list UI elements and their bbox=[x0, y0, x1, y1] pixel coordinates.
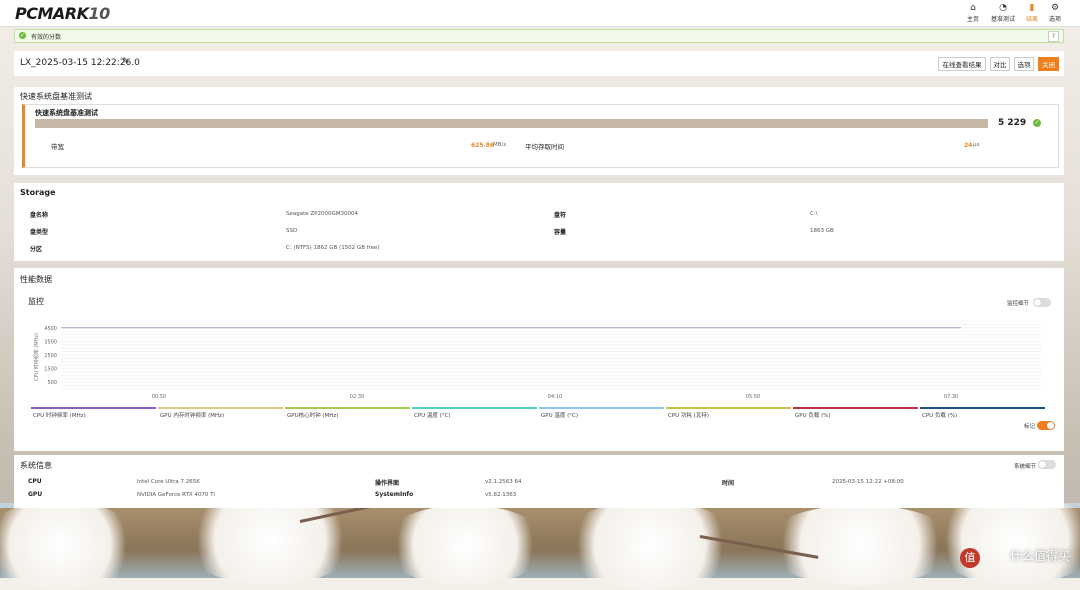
os-label: 操作界面 bbox=[375, 480, 400, 487]
score-bar bbox=[35, 119, 988, 128]
nav-home[interactable]: ⌂ 主页 bbox=[956, 3, 990, 23]
access-time-value: 24 bbox=[964, 142, 973, 149]
legend-label: GPU 温度 (°C) bbox=[541, 413, 578, 419]
system-info-panel: 系统信息 系统细节 CPU Intel Core Ultra 7 265K 操作… bbox=[14, 455, 1064, 508]
y-tick-label: 4500 bbox=[44, 326, 57, 332]
system-detail-toggle[interactable] bbox=[1038, 460, 1056, 469]
os-value: v2.1.2563 64 bbox=[485, 479, 522, 485]
time-label: 时间 bbox=[722, 480, 735, 487]
system-info-title: 系统信息 bbox=[20, 461, 52, 470]
legend-swatch bbox=[412, 407, 537, 409]
gpu-value: NVIDIA GeForce RTX 4070 Ti bbox=[137, 492, 215, 498]
score-check-icon: ✓ bbox=[1033, 119, 1041, 127]
marks-toggle[interactable] bbox=[1037, 421, 1055, 430]
access-time-unit: µs bbox=[973, 142, 980, 148]
y-tick-label: 1500 bbox=[44, 367, 57, 373]
options-button[interactable]: 选项 bbox=[1014, 57, 1034, 71]
storage-title: Storage bbox=[20, 188, 56, 197]
nav-options[interactable]: ⚙ 选项 bbox=[1038, 3, 1072, 23]
gauge-icon: ◔ bbox=[999, 3, 1007, 13]
capacity-label: 容量 bbox=[554, 229, 567, 236]
cpu-value: Intel Core Ultra 7 265K bbox=[137, 479, 200, 485]
y-tick-label: 3500 bbox=[44, 339, 57, 345]
result-title-bar: LX_2025-03-15 12:22:26.0 ✎ 在线查看结果 对比 选项 … bbox=[14, 51, 1064, 76]
notice-text: 有效的分数 bbox=[31, 34, 62, 41]
x-tick-label: 02:30 bbox=[350, 394, 364, 399]
x-tick-label: 05:50 bbox=[746, 394, 760, 399]
drive-label: 盘符 bbox=[554, 212, 567, 219]
legend-label: CPU 负载 (%) bbox=[922, 413, 958, 419]
disk-name-value: Seagate ZP2000GM30004 bbox=[286, 211, 358, 217]
access-time-label: 平均存取时间 bbox=[525, 143, 564, 151]
bandwidth-value: 625.86 bbox=[471, 142, 495, 149]
pcmark-logo: PCMARK10 bbox=[15, 4, 110, 23]
bandwidth-label: 带宽 bbox=[51, 143, 64, 151]
view-online-button[interactable]: 在线查看结果 bbox=[938, 57, 986, 71]
systeminfo-label: SystemInfo bbox=[375, 491, 414, 498]
score-value: 5 229 bbox=[998, 118, 1027, 128]
legend-label: GPU 负载 (%) bbox=[795, 413, 831, 419]
legend-swatch bbox=[31, 407, 156, 409]
bar-chart-icon: ▮ bbox=[1029, 3, 1035, 13]
x-tick-label: 07:30 bbox=[944, 394, 958, 399]
partition-label: 分区 bbox=[30, 246, 43, 253]
time-value: 2025-03-15 12:22 +08:00 bbox=[832, 479, 904, 485]
y-tick-label: 2500 bbox=[44, 353, 57, 359]
y-axis-label: CPU 时钟频率 (MHz) bbox=[33, 333, 40, 381]
gear-icon: ⚙ bbox=[1050, 3, 1060, 13]
systeminfo-value: v5.82.1363 bbox=[485, 492, 517, 498]
legend-swatch bbox=[285, 407, 410, 409]
legend-swatch bbox=[666, 407, 791, 409]
legend-swatch bbox=[158, 407, 283, 409]
performance-panel: 性能数据 监控 监控细节 500 1500 2500 3500 4500 00:50 02… bbox=[14, 268, 1064, 451]
storage-panel: Storage 盘名称 Seagate ZP2000GM30004 盘符 C:\… bbox=[14, 183, 1064, 261]
disk-type-value: SSD bbox=[286, 228, 298, 234]
edit-pencil-icon[interactable]: ✎ bbox=[122, 57, 130, 67]
monitor-title: 监控 bbox=[28, 297, 44, 306]
monitor-detail-label: 监控细节 bbox=[1007, 301, 1030, 307]
marks-label: 标记 bbox=[1024, 424, 1036, 430]
home-icon: ⌂ bbox=[970, 3, 976, 13]
gpu-label: GPU bbox=[28, 491, 43, 498]
benchmark-section-title: 快速系统盘基准测试 bbox=[20, 92, 92, 101]
legend-swatch bbox=[539, 407, 664, 409]
partition-value: C: (NTFS) 1862 GB (1502 GB free) bbox=[286, 245, 380, 251]
legend-label: GPU核心时钟 (MHz) bbox=[287, 413, 339, 419]
legend-swatch bbox=[793, 407, 918, 409]
system-detail-label: 系统细节 bbox=[1014, 464, 1037, 470]
x-tick-label: 00:50 bbox=[152, 394, 166, 399]
benchmark-panel: 快速系统盘基准测试 快速系统盘基准测试 5 229 ✓ 带宽 625.86 MB… bbox=[14, 87, 1064, 175]
top-bar: PCMARK10 ⌂ 主页 ◔ 基准测试 ▮ 结果 ⚙ 选项 bbox=[0, 0, 1080, 27]
legend-label: GPU 内存时钟频率 (MHz) bbox=[160, 413, 225, 419]
close-button[interactable]: 关闭 bbox=[1038, 57, 1059, 71]
disk-name-label: 盘名称 bbox=[30, 212, 49, 219]
capacity-value: 1863 GB bbox=[810, 228, 834, 234]
disk-type-label: 盘类型 bbox=[30, 229, 49, 236]
bandwidth-unit: MB/s bbox=[493, 142, 507, 148]
drive-value: C:\ bbox=[810, 211, 818, 217]
compare-button[interactable]: 对比 bbox=[990, 57, 1010, 71]
y-tick-label: 500 bbox=[47, 380, 57, 386]
legend-swatch bbox=[920, 407, 1045, 409]
legend-label: CPU 时钟频率 (MHz) bbox=[33, 413, 86, 419]
legend-label: CPU 温度 (°C) bbox=[414, 413, 451, 419]
benchmark-result-card: 快速系统盘基准测试 5 229 ✓ 带宽 625.86 MB/s 平均存取时间 … bbox=[22, 104, 1059, 168]
performance-title: 性能数据 bbox=[20, 275, 52, 284]
monitor-detail-toggle[interactable] bbox=[1033, 298, 1051, 307]
cpu-label: CPU bbox=[28, 478, 42, 485]
monitoring-chart: 500 1500 2500 3500 4500 00:50 02:30 04:10 05:50… bbox=[33, 320, 1041, 399]
smzdm-logo-icon: 值 bbox=[960, 548, 980, 568]
benchmark-sub-title: 快速系统盘基准测试 bbox=[35, 109, 98, 117]
valid-score-notice: ✓ 有效的分数 ? bbox=[14, 29, 1064, 43]
x-tick-label: 04:10 bbox=[548, 394, 562, 399]
legend-label: CPU 功耗 (瓦特) bbox=[668, 413, 709, 419]
help-button[interactable]: ? bbox=[1048, 31, 1059, 42]
check-icon: ✓ bbox=[19, 32, 26, 39]
watermark-text: 什么值得买 bbox=[1009, 549, 1070, 563]
